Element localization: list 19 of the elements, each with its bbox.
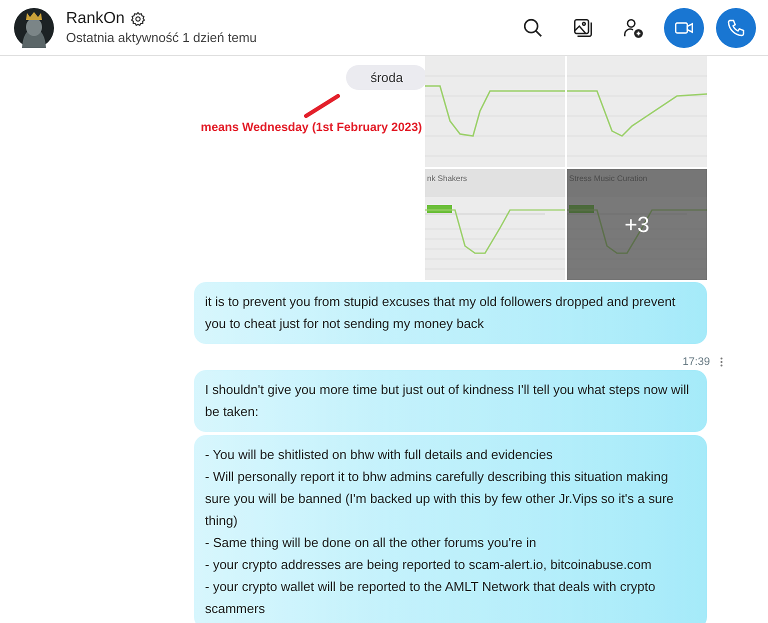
message-time: 17:39 [682,356,710,368]
annotation-text: means Wednesday (1st February 2023) [200,120,422,134]
gallery-icon[interactable] [572,16,594,38]
message-bubble: I shouldn't give you more time but just out of kindness I'll tell you what steps now will be taken: [194,370,707,432]
last-active-status: Ostatnia aktywność 1 dzień temu [66,30,258,45]
message-bubble: - You will be shitlisted on bhw with full details and evidencies - Will personally report it to bhw admins carefully describing this situation making sure you will be banned (I'm backed up with this by few other Jr.Vips so it's a sure thing) - Same thing will be done on all the other forums you're in - your crypto addresses are being reported to scam-alert.io, bitcoinabuse.com - your crypto wallet will be reported to the AMLT Network that deals with crypto scammers [194,435,707,623]
contact-name: RankOn [66,10,125,28]
avatar[interactable] [14,8,54,48]
video-call-button[interactable] [664,8,704,48]
message-bubble: it is to prevent you from stupid excuses that my old followers dropped and prevent you to cheat just for not sending my money back [194,282,707,344]
more-images-count[interactable]: +3 [624,212,650,238]
call-button[interactable] [716,8,756,48]
phone-icon[interactable] [726,18,746,38]
thumbnail-title: nk Shakers [427,174,468,183]
more-options-icon[interactable] [720,357,723,367]
search-icon[interactable] [522,16,544,38]
add-person-icon[interactable] [622,16,644,38]
settings-icon[interactable] [130,11,146,27]
day-label: środa [346,65,427,90]
